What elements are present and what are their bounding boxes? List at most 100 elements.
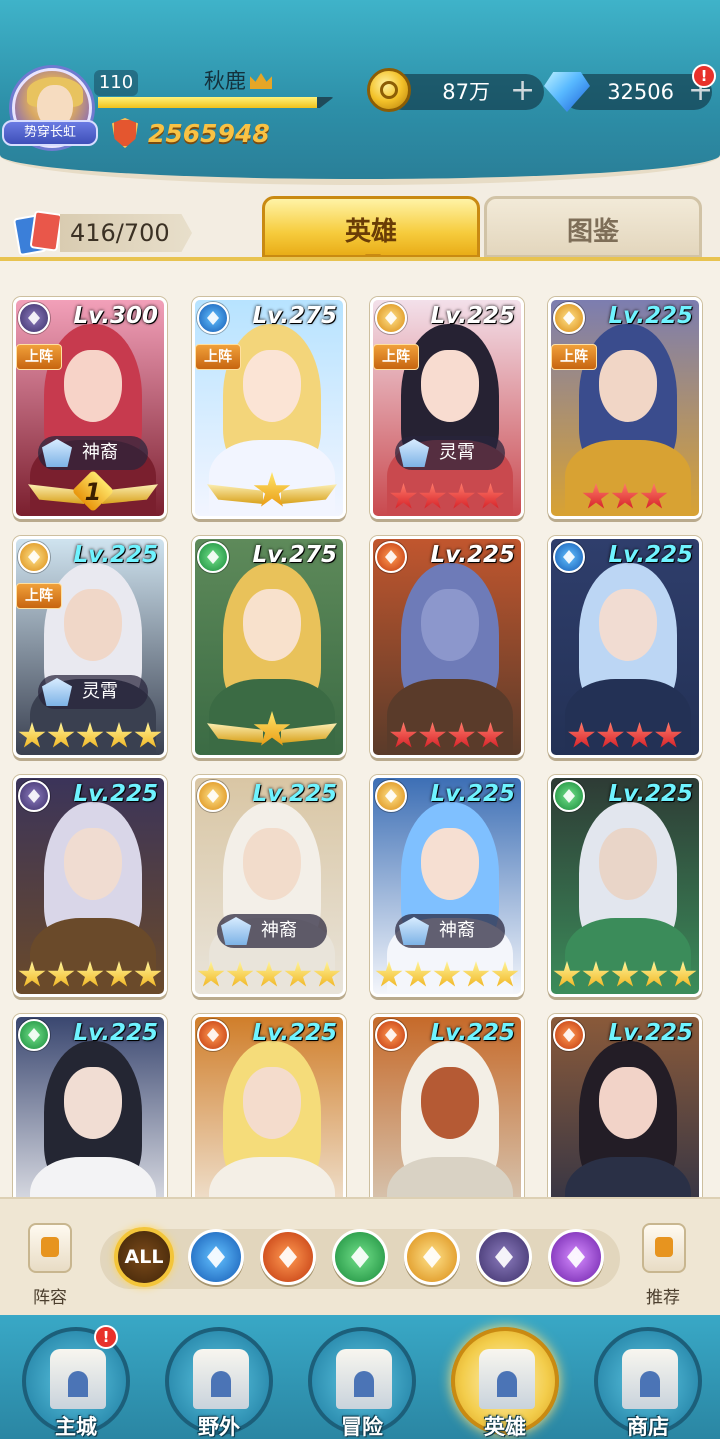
water-element-icon: [553, 541, 585, 573]
nav-portal-button[interactable]: 野外: [165, 1327, 273, 1439]
hero-level: Lv.225: [252, 781, 337, 807]
hero-level: Lv.225: [608, 542, 693, 568]
hero-card[interactable]: Lv.275 上阵: [192, 297, 346, 519]
hero-level: Lv.225: [608, 303, 693, 329]
star-icon: [404, 961, 432, 987]
star-rating: [551, 958, 699, 992]
nav-shop-button[interactable]: 商店: [594, 1327, 702, 1439]
hero-card[interactable]: Lv.275: [192, 536, 346, 758]
recommend-button[interactable]: [634, 1219, 694, 1279]
hero-face: [64, 1067, 122, 1139]
star-icon: [134, 961, 162, 987]
star-icon: [433, 961, 461, 987]
lineup-button[interactable]: [20, 1219, 80, 1279]
hero-face: [421, 1067, 479, 1139]
power-shield-icon: [112, 118, 138, 148]
nav-label: 冒险: [341, 1415, 383, 1439]
right-wing-icon: [281, 723, 337, 743]
nav-label: 商店: [627, 1415, 669, 1439]
hero-level: Lv.275: [252, 542, 337, 568]
gem-amount: 32506: [607, 80, 674, 104]
hero-face: [599, 589, 657, 661]
hero-card[interactable]: Lv.225 上阵 灵霄: [370, 297, 524, 519]
hero-card[interactable]: Lv.225: [192, 1014, 346, 1197]
star-icon: [419, 483, 446, 509]
filter-wind-button[interactable]: [332, 1229, 388, 1285]
hero-level: Lv.225: [430, 303, 515, 329]
star-rating: [551, 719, 699, 753]
player-name: 秋鹿: [204, 69, 246, 93]
star-icon: [76, 961, 104, 987]
star-icon: [47, 722, 75, 748]
star-icon: [419, 722, 446, 748]
avatar-title-banner: 势穿长虹: [2, 120, 98, 146]
gold-amount: 87万: [442, 80, 490, 104]
hero-card[interactable]: Lv.225: [548, 1014, 702, 1197]
star-icon: [582, 483, 610, 509]
hero-level: Lv.225: [430, 542, 515, 568]
hero-level: Lv.225: [73, 542, 158, 568]
star-icon: [477, 483, 504, 509]
gold-coin-icon: [367, 68, 411, 112]
star-icon: [105, 961, 133, 987]
hero-card[interactable]: Lv.225: [548, 536, 702, 758]
wind-element-icon: [553, 780, 585, 812]
star-icon: [669, 961, 697, 987]
filter-shadow-button[interactable]: [476, 1229, 532, 1285]
hero-face: [599, 1067, 657, 1139]
nav-sword-button[interactable]: 冒险: [308, 1327, 416, 1439]
faction-badge: 神裔: [217, 914, 327, 948]
star-rating: [16, 719, 164, 753]
card-back-red: [29, 210, 63, 252]
hero-card[interactable]: Lv.225: [548, 775, 702, 997]
filter-fire-button[interactable]: [260, 1229, 316, 1285]
hero-card[interactable]: Lv.225: [13, 775, 167, 997]
star-rating: [195, 958, 343, 992]
faction-name: 神裔: [439, 920, 475, 941]
add-gold-icon[interactable]: +: [510, 76, 535, 106]
nav-label: 野外: [198, 1415, 240, 1439]
star-icon: [640, 961, 668, 987]
rank-number: 1: [84, 478, 102, 506]
lineup-tag: 上阵: [551, 344, 597, 370]
tab-heroes[interactable]: 英雄: [262, 196, 480, 258]
hero-card[interactable]: Lv.225 上阵 灵霄: [13, 536, 167, 758]
nav-alert-badge: !: [94, 1325, 118, 1349]
hero-card[interactable]: Lv.300 上阵 神裔 1: [13, 297, 167, 519]
star-icon: [18, 722, 46, 748]
hero-card[interactable]: Lv.225 神裔: [192, 775, 346, 997]
right-wing-icon: [281, 484, 337, 504]
star-icon: [47, 961, 75, 987]
filter-light-button[interactable]: [404, 1229, 460, 1285]
star-icon: [582, 961, 610, 987]
portal-icon: [193, 1349, 249, 1409]
star-icon: [640, 483, 668, 509]
power-value: 2565948: [148, 119, 270, 148]
light-element-icon: [197, 780, 229, 812]
nav-helmet-button[interactable]: 英雄: [451, 1327, 559, 1439]
hero-card[interactable]: Lv.225 上阵: [548, 297, 702, 519]
faction-badge: 神裔: [38, 436, 148, 470]
fire-element-icon: [375, 541, 407, 573]
tab-codex[interactable]: 图鉴: [484, 196, 702, 258]
hero-card[interactable]: Lv.225: [13, 1014, 167, 1197]
hero-face: [243, 828, 301, 900]
filter-water-button[interactable]: [188, 1229, 244, 1285]
hero-card[interactable]: Lv.225: [370, 536, 524, 758]
faction-badge: 神裔: [395, 914, 505, 948]
faction-emblem-icon: [399, 439, 429, 467]
hero-card[interactable]: Lv.225: [370, 1014, 524, 1197]
star-rating: [373, 719, 521, 753]
star-icon: [390, 483, 417, 509]
star-icon: [611, 961, 639, 987]
hero-card[interactable]: Lv.225 神裔: [370, 775, 524, 997]
star-icon: [477, 722, 504, 748]
shop-icon: [622, 1349, 678, 1409]
filter-all-button[interactable]: ALL: [114, 1227, 174, 1287]
winged-rank-badge: [207, 711, 337, 751]
gem-alert-badge: !: [692, 64, 716, 88]
filter-dark-button[interactable]: [548, 1229, 604, 1285]
filter-bar: 阵容 ALL 推荐: [0, 1197, 720, 1315]
star-icon: [18, 961, 46, 987]
hero-level: Lv.300: [73, 303, 158, 329]
